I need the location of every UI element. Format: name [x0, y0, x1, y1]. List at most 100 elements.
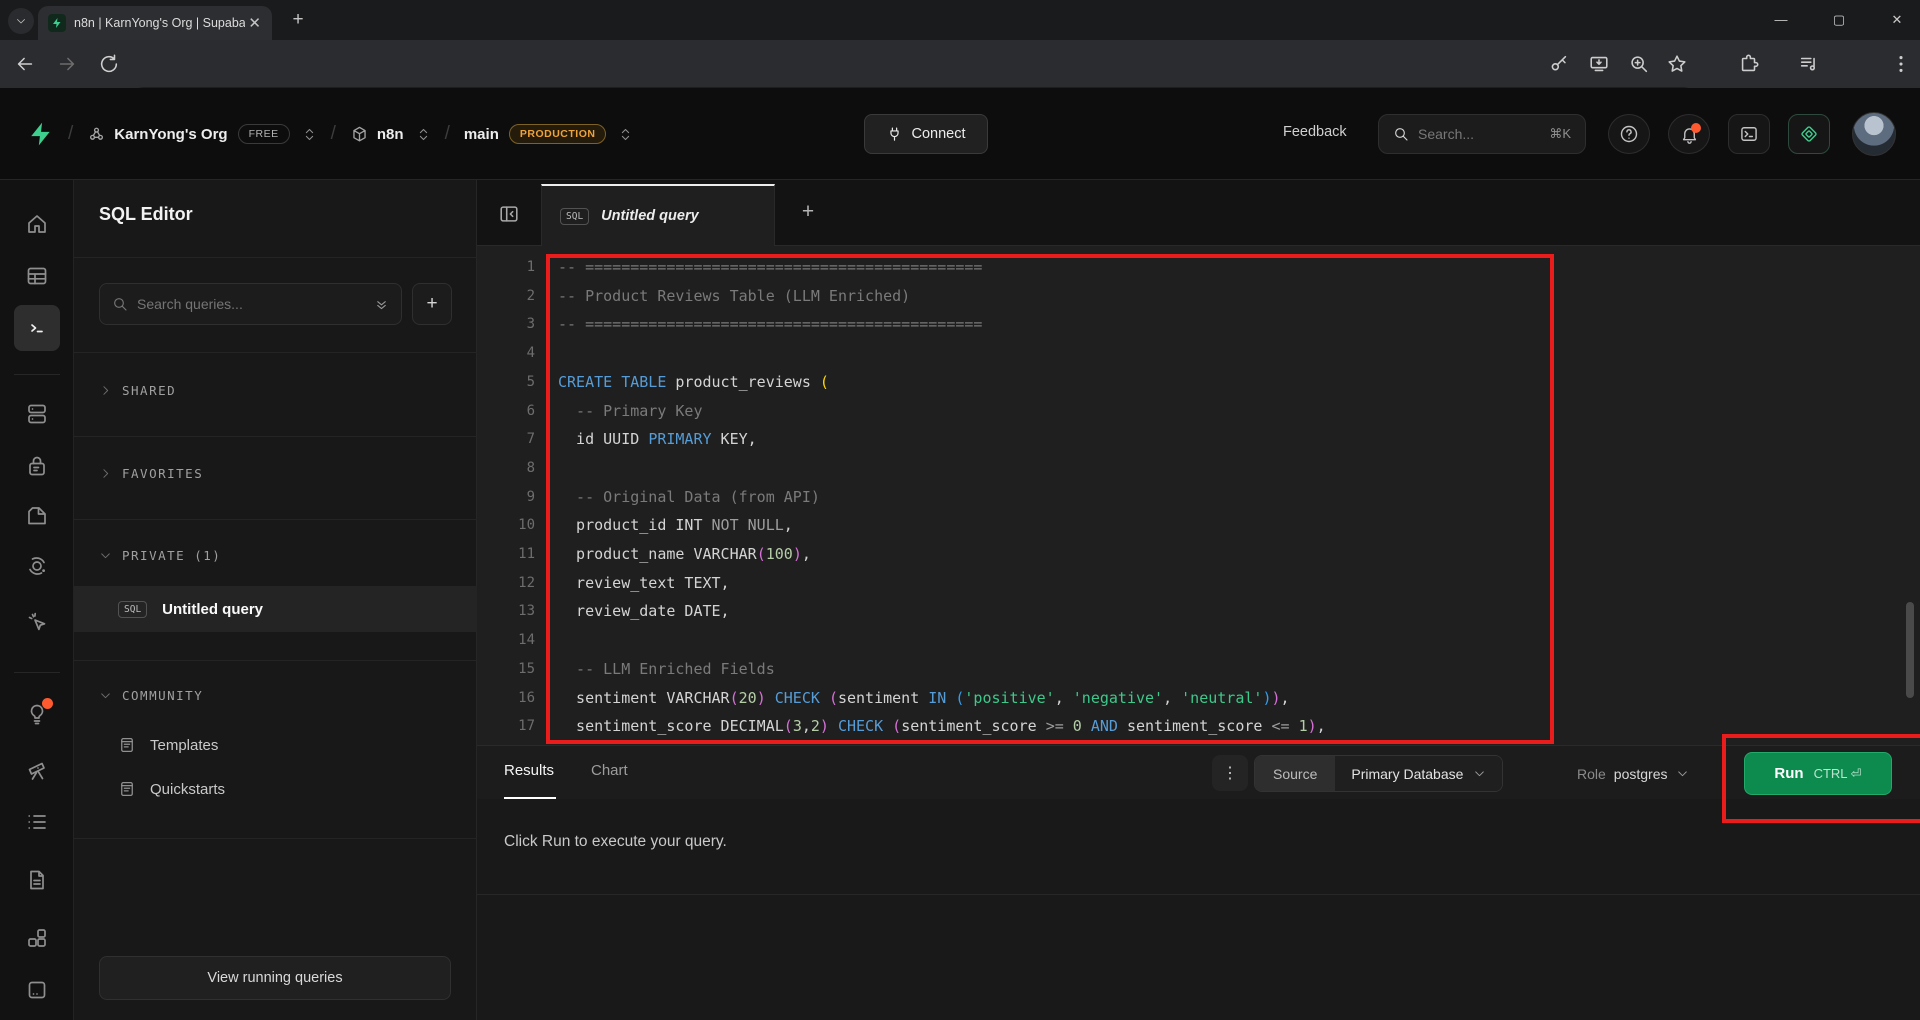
line-number: 7 — [477, 425, 535, 454]
sql-code-editor[interactable]: 1-- ====================================… — [477, 246, 1920, 745]
rail-item-advisors[interactable] — [25, 702, 49, 726]
rail-item-project-settings[interactable] — [25, 978, 49, 1002]
search-shortcut: ⌘K — [1549, 126, 1571, 142]
rail-item-observability[interactable] — [25, 758, 49, 782]
storage-icon — [25, 504, 49, 528]
search-icon — [1393, 126, 1409, 142]
org-name[interactable]: KarnYong's Org — [114, 126, 227, 143]
query-label: Untitled query — [162, 601, 263, 618]
realtime-icon — [25, 554, 49, 578]
org-switcher-icon[interactable] — [302, 127, 317, 142]
collapse-sidebar-button[interactable] — [491, 196, 527, 232]
code-line: 9 -- Original Data (from API) — [477, 483, 1777, 512]
tab-chart[interactable]: Chart — [591, 762, 628, 779]
sidebar-section-shared[interactable]: SHARED — [99, 383, 176, 398]
assistant-button[interactable] — [1788, 114, 1830, 154]
connect-label: Connect — [911, 126, 965, 142]
search-icon — [112, 296, 128, 312]
browser-tab[interactable]: n8n | KarnYong's Org | Supabas ✕ — [38, 6, 272, 40]
browser-menu-icon[interactable] — [1890, 53, 1912, 75]
sidebar-section-private[interactable]: PRIVATE (1) — [99, 548, 221, 563]
community-item-templates[interactable]: Templates — [118, 736, 218, 754]
connect-button[interactable]: Connect — [864, 114, 988, 154]
install-app-icon[interactable] — [1588, 53, 1610, 75]
help-button[interactable] — [1608, 114, 1650, 154]
tab-close-icon[interactable]: ✕ — [245, 14, 264, 32]
rail-item-table-editor[interactable] — [25, 264, 49, 288]
sql-badge: SQL — [560, 208, 589, 225]
line-number: 4 — [477, 339, 535, 368]
forward-button[interactable] — [56, 53, 78, 75]
home-icon — [25, 212, 49, 236]
line-number: 6 — [477, 397, 535, 426]
window-close-button[interactable]: ✕ — [1886, 10, 1908, 30]
branch-production-badge: PRODUCTION — [509, 124, 607, 144]
new-tab-button[interactable]: + — [286, 9, 310, 33]
branch-switcher-icon[interactable] — [618, 127, 633, 142]
source-label: Source — [1255, 756, 1335, 791]
feedback-link[interactable]: Feedback — [1283, 124, 1347, 140]
editor-tab-untitled-query[interactable]: SQL Untitled query — [541, 184, 775, 246]
global-search-input[interactable]: Search... ⌘K — [1378, 114, 1586, 154]
bookmark-star-icon[interactable] — [1666, 53, 1688, 75]
sidebar-section-community[interactable]: COMMUNITY — [99, 688, 203, 703]
table-editor-icon — [25, 264, 49, 288]
window-maximize-button[interactable]: ▢ — [1828, 10, 1850, 30]
rail-item-storage[interactable] — [25, 504, 49, 528]
code-text: -- =====================================… — [558, 253, 982, 282]
saved-query-item[interactable]: SQLUntitled query — [74, 586, 477, 632]
rail-item-auth[interactable] — [25, 454, 49, 478]
notifications-button[interactable] — [1668, 114, 1710, 154]
code-line: 7 id UUID PRIMARY KEY, — [477, 425, 1777, 454]
supabase-logo-icon[interactable] — [28, 121, 54, 147]
query-search-input[interactable]: Search queries... — [99, 283, 402, 325]
logs-icon — [25, 810, 49, 834]
window-minimize-button[interactable]: — — [1770, 10, 1792, 30]
rail-item-realtime[interactable] — [25, 554, 49, 578]
results-more-menu-button[interactable]: ⋮ — [1212, 755, 1248, 791]
run-query-button[interactable]: Run CTRL ⏎ — [1744, 752, 1892, 795]
reload-button[interactable] — [98, 53, 120, 75]
notification-dot — [1691, 123, 1701, 133]
code-text: sentiment_score DECIMAL(3,2) CHECK (sent… — [558, 712, 1326, 741]
rail-item-edge-functions[interactable] — [25, 610, 49, 634]
project-name[interactable]: n8n — [377, 126, 404, 143]
tab-search-button[interactable] — [8, 8, 34, 34]
rail-item-api-docs[interactable] — [25, 868, 49, 892]
branch-name[interactable]: main — [464, 126, 499, 143]
password-key-icon[interactable] — [1548, 53, 1570, 75]
rail-item-home[interactable] — [25, 212, 49, 236]
rail-item-database[interactable] — [25, 402, 49, 426]
database-select[interactable]: Primary Database — [1335, 756, 1502, 791]
tab-results[interactable]: Results — [504, 762, 554, 779]
source-selector[interactable]: Source Primary Database — [1254, 755, 1503, 792]
project-switcher-icon[interactable] — [416, 127, 431, 142]
terminal-button[interactable] — [1728, 114, 1770, 154]
panel-collapse-icon — [498, 203, 520, 225]
rail-item-sql-editor[interactable] — [14, 305, 60, 351]
back-button[interactable] — [14, 53, 36, 75]
community-item-quickstarts[interactable]: Quickstarts — [118, 780, 225, 798]
new-editor-tab-button[interactable]: + — [793, 198, 823, 228]
sql-editor-sidebar: SQL Editor Search queries... + SHARED FA… — [74, 180, 477, 1020]
scrollbar-thumb[interactable] — [1906, 602, 1914, 698]
user-avatar[interactable] — [1852, 112, 1896, 156]
line-number: 9 — [477, 483, 535, 512]
chevron-right-icon — [99, 467, 112, 480]
view-running-queries-button[interactable]: View running queries — [99, 956, 451, 1000]
rail-item-integrations[interactable] — [25, 926, 49, 950]
new-query-button[interactable]: + — [412, 283, 452, 325]
line-number: 12 — [477, 569, 535, 598]
chevron-down-icon — [1676, 767, 1689, 780]
role-selector[interactable]: Role postgres — [1577, 755, 1689, 792]
media-controls-icon[interactable] — [1798, 53, 1820, 75]
extensions-puzzle-icon[interactable] — [1738, 53, 1760, 75]
sidebar-section-favorites[interactable]: FAVORITES — [99, 466, 203, 481]
code-line: 11 product_name VARCHAR(100), — [477, 540, 1777, 569]
breadcrumb-separator: / — [445, 123, 450, 145]
rail-item-logs[interactable] — [25, 810, 49, 834]
zoom-page-icon[interactable] — [1628, 53, 1650, 75]
sort-chevrons-icon[interactable] — [374, 297, 389, 312]
page-title: SQL Editor — [99, 204, 193, 225]
code-text: review_date DATE, — [558, 597, 730, 626]
